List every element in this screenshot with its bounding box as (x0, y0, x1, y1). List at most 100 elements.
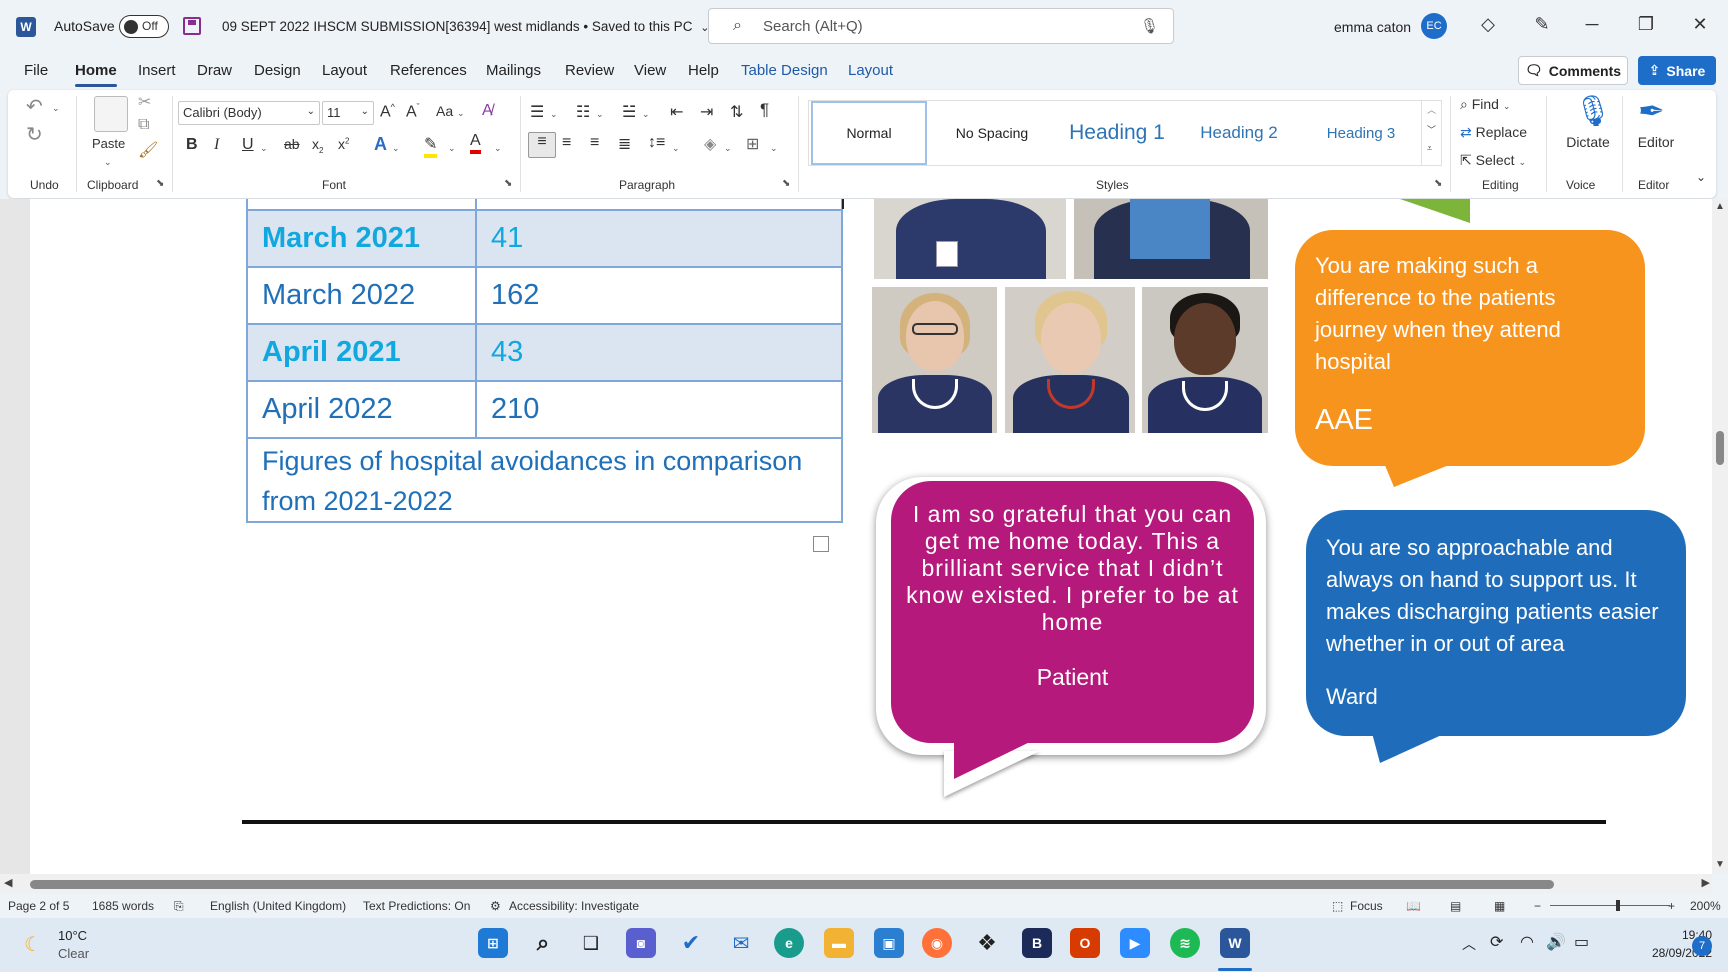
format-painter-icon[interactable]: 🖌 (138, 140, 158, 160)
chevron-down-icon[interactable]: ⌄ (448, 138, 456, 156)
zoom-slider[interactable] (1550, 905, 1670, 906)
style-heading-1[interactable]: Heading 1 (1059, 101, 1175, 165)
style-normal[interactable]: Normal (811, 101, 927, 165)
scrollbar-thumb[interactable] (30, 880, 1554, 889)
search-icon[interactable]: ⌕ (528, 928, 558, 958)
font-size-select[interactable]: 11 ⌄ (322, 101, 374, 125)
editor-button[interactable]: Editor (1626, 134, 1686, 150)
text-predictions[interactable]: Text Predictions: On (363, 899, 470, 913)
scroll-left-icon[interactable]: ◀ (4, 876, 12, 889)
dialog-launcher-icon[interactable]: ⬊ (156, 178, 164, 189)
text-effects-icon[interactable]: A (374, 134, 387, 155)
page-count[interactable]: Page 2 of 5 (8, 899, 69, 913)
sync-icon[interactable]: ⟳ (1490, 932, 1503, 952)
line-spacing-icon[interactable]: ↕≡ (648, 134, 665, 152)
accessibility-status[interactable]: Accessibility: Investigate (509, 899, 639, 913)
table-cell-month[interactable]: March 2022 (246, 266, 477, 325)
align-right-icon[interactable]: ≡ (590, 134, 599, 152)
dictate-button[interactable]: Dictate (1558, 134, 1618, 150)
share-button[interactable]: ⇪ Share (1638, 56, 1716, 85)
multilevel-list-icon[interactable]: ☱ (622, 102, 636, 122)
justify-icon[interactable]: ≣ (618, 134, 631, 154)
font-name-select[interactable]: Calibri (Body) ⌄ (178, 101, 320, 125)
restore-icon[interactable]: ❐ (1634, 14, 1658, 35)
dialog-launcher-icon[interactable]: ⬊ (782, 178, 790, 189)
font-color-icon[interactable]: A (470, 132, 481, 154)
search-input[interactable]: ⌕ Search (Alt+Q) 🎙 (708, 8, 1174, 44)
chevron-down-icon[interactable]: ⌄ (596, 104, 604, 122)
tab-home[interactable]: Home (75, 62, 117, 79)
tab-design[interactable]: Design (254, 62, 301, 79)
scroll-down-icon[interactable]: ▼ (1715, 859, 1725, 870)
vertical-scrollbar[interactable]: ▲ ▼ (1712, 199, 1728, 874)
style-heading-2[interactable]: Heading 2 (1181, 101, 1297, 165)
table-cell-value[interactable]: 210 (475, 380, 843, 439)
horizontal-scrollbar[interactable]: ◀ ▶ (0, 874, 1712, 894)
speech-bubble-magenta[interactable]: I am so grateful that you can get me hom… (891, 481, 1254, 743)
print-layout-icon[interactable]: ▤ (1450, 899, 1461, 913)
booking-app-icon[interactable]: B (1022, 928, 1052, 958)
wifi-icon[interactable]: ◠ (1520, 932, 1534, 952)
editor-pen-icon[interactable]: ✒ (1638, 92, 1665, 130)
undo-icon[interactable]: ↶ (26, 94, 43, 119)
comments-button[interactable]: 🗨 Comments (1518, 56, 1628, 85)
microphone-icon[interactable]: 🎙 (1140, 17, 1159, 35)
pen-icon[interactable]: ✎ (1530, 14, 1554, 35)
edge-browser-icon[interactable]: e (774, 928, 804, 958)
read-mode-icon[interactable]: 📖 (1406, 899, 1421, 913)
table-cell[interactable] (475, 199, 843, 211)
speech-bubble-blue[interactable]: You are so approachable and always on ha… (1306, 510, 1686, 736)
speech-bubble-orange[interactable]: You are making such a difference to the … (1295, 230, 1645, 466)
show-formatting-icon[interactable]: ¶ (760, 100, 769, 120)
chevron-down-icon[interactable]: ⌄ (104, 152, 112, 170)
superscript-icon[interactable]: x2 (338, 136, 349, 152)
notification-badge[interactable]: 7 (1692, 936, 1712, 956)
scrollbar-thumb[interactable] (1716, 431, 1724, 465)
tab-insert[interactable]: Insert (138, 62, 176, 79)
highlight-icon[interactable]: ✎ (424, 134, 438, 158)
dropbox-icon[interactable]: ❖ (972, 928, 1002, 958)
web-layout-icon[interactable]: ▦ (1494, 899, 1505, 913)
italic-icon[interactable]: I (214, 136, 219, 154)
clipboard-icon[interactable] (94, 96, 128, 132)
word-icon[interactable]: W (1220, 928, 1250, 958)
align-left-icon[interactable]: ≡ (528, 132, 556, 158)
spotify-icon[interactable]: ≋ (1170, 928, 1200, 958)
word-count[interactable]: 1685 words (92, 899, 154, 913)
shading-icon[interactable]: ◈ (704, 134, 716, 154)
paste-button[interactable]: Paste (92, 136, 125, 151)
change-case-button[interactable]: Aa ⌄ (436, 103, 465, 119)
office-icon[interactable]: O (1070, 928, 1100, 958)
find-button[interactable]: ⌕ Find ⌄ (1460, 96, 1540, 113)
tab-layout[interactable]: Layout (322, 62, 367, 79)
table-caption-cell[interactable]: Figures of hospital avoidances in compar… (246, 437, 843, 523)
hospital-avoidance-table[interactable]: March 2021 41 March 2022 162 April 2021 … (246, 199, 843, 523)
chevron-down-icon[interactable]: ⌄ (642, 104, 650, 122)
close-icon[interactable]: ✕ (1688, 14, 1712, 35)
tab-review[interactable]: Review (565, 62, 614, 79)
diamond-icon[interactable]: ◇ (1476, 14, 1500, 35)
tab-help[interactable]: Help (688, 62, 719, 79)
table-cell-value[interactable]: 41 (475, 209, 843, 268)
clear-formatting-icon[interactable]: A̸ (482, 102, 493, 120)
chevron-down-icon[interactable]: ⌄ (392, 138, 400, 156)
file-explorer-icon[interactable]: ▬ (824, 928, 854, 958)
dialog-launcher-icon[interactable]: ⬊ (1434, 178, 1442, 189)
chevron-down-icon[interactable]: ⌄ (52, 98, 60, 116)
mail-icon[interactable]: ✉ (726, 928, 756, 958)
tab-file[interactable]: File (24, 62, 48, 79)
shrink-font-icon[interactable]: Aˇ (406, 102, 420, 121)
task-view-icon[interactable]: ❑ (576, 928, 606, 958)
table-cell-month[interactable]: April 2021 (246, 323, 477, 382)
chevron-down-icon[interactable]: ⌄ (260, 138, 268, 156)
microphone-icon[interactable]: 🎙 (1574, 94, 1612, 129)
sort-icon[interactable]: ⇅ (730, 102, 743, 122)
collapse-ribbon-icon[interactable]: ⌄ (1696, 170, 1706, 184)
borders-icon[interactable]: ⊞ (746, 134, 759, 154)
tab-draw[interactable]: Draw (197, 62, 232, 79)
grow-font-icon[interactable]: A^ (380, 102, 395, 121)
style-heading-3[interactable]: Heading 3 (1303, 101, 1419, 165)
focus-button[interactable]: Focus (1350, 899, 1383, 913)
dialog-launcher-icon[interactable]: ⬊ (504, 178, 512, 189)
tab-table-layout[interactable]: Layout (848, 62, 893, 79)
